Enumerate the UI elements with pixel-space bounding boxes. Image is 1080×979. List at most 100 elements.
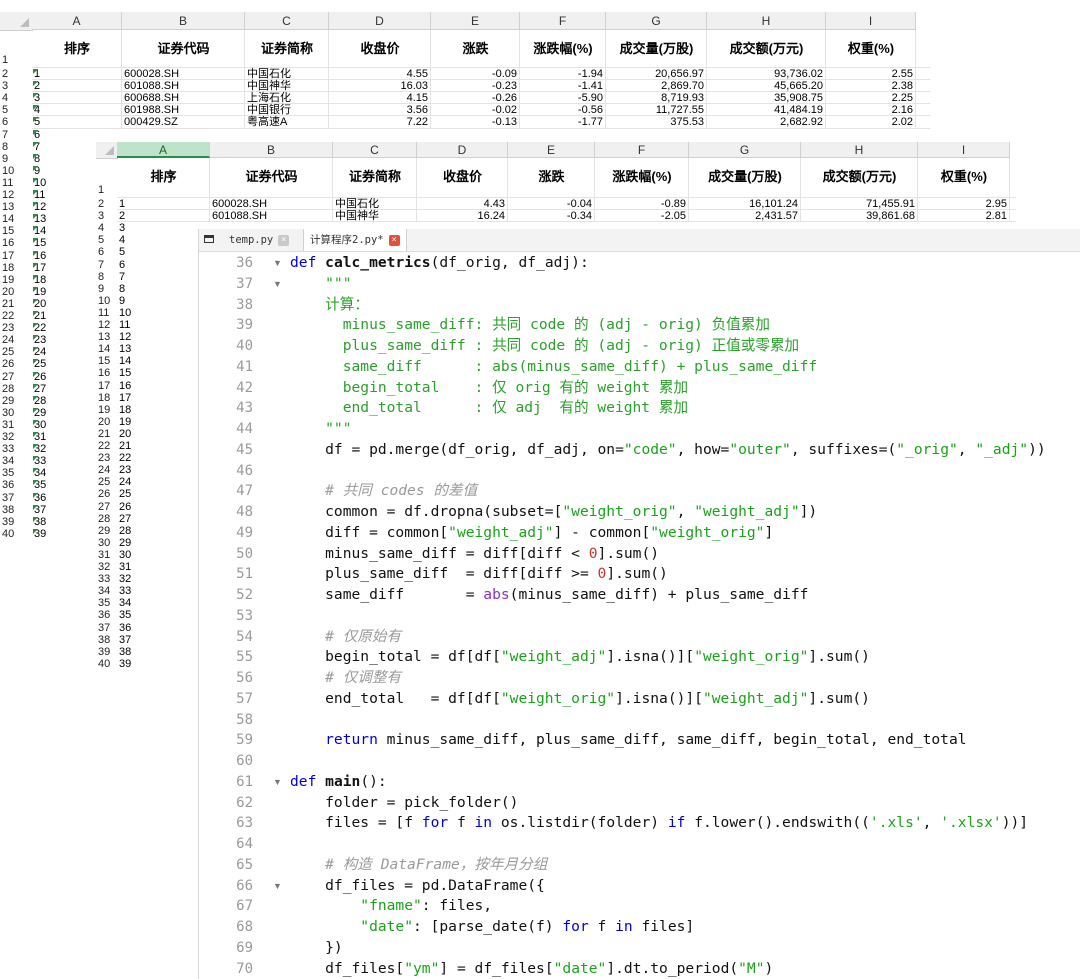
- table-cell[interactable]: 粤高速A: [245, 116, 329, 128]
- table-cell[interactable]: 2,431.57: [689, 210, 801, 222]
- table-cell[interactable]: 2.95: [918, 198, 1010, 210]
- table-cell[interactable]: 4.15: [329, 92, 431, 104]
- code-line[interactable]: }): [290, 938, 343, 959]
- table-cell[interactable]: -1.41: [520, 80, 606, 92]
- table-cell[interactable]: 93,736.02: [707, 68, 826, 80]
- column-header-a[interactable]: A: [32, 12, 122, 30]
- row-header[interactable]: 37: [96, 622, 117, 634]
- code-line[interactable]: end_total = df[df["weight_orig"].isna()]…: [290, 689, 870, 710]
- code-line[interactable]: df = pd.merge(df_orig, df_adj, on="code"…: [290, 440, 1046, 461]
- table-cell[interactable]: -5.90: [520, 92, 606, 104]
- row-header[interactable]: 4: [96, 222, 117, 234]
- table-cell[interactable]: 16.03: [329, 80, 431, 92]
- row-header[interactable]: 17: [0, 250, 32, 262]
- row-header[interactable]: 24: [96, 464, 117, 476]
- table-cell[interactable]: -0.23: [431, 80, 520, 92]
- table-cell[interactable]: 600028.SH: [122, 68, 245, 80]
- rank-cell[interactable]: 6: [117, 259, 125, 271]
- code-line[interactable]: plus_same_diff = diff[diff >= 0].sum(): [290, 564, 668, 585]
- column-header-i[interactable]: I: [918, 142, 1010, 158]
- row-header[interactable]: 39: [96, 646, 117, 658]
- row-header[interactable]: 9: [96, 283, 117, 295]
- row-header[interactable]: 25: [0, 346, 32, 358]
- row-header[interactable]: 14: [0, 213, 32, 225]
- row-header[interactable]: 29: [0, 395, 32, 407]
- rank-cell[interactable]: 28: [117, 525, 131, 537]
- column-header-c[interactable]: C: [245, 12, 329, 30]
- row-header[interactable]: 1: [96, 184, 117, 196]
- column-header-g[interactable]: G: [606, 12, 707, 30]
- fold-arrow-icon[interactable]: ▼: [273, 253, 282, 274]
- column-header-d[interactable]: D: [329, 12, 431, 30]
- table-cell[interactable]: 3.56: [329, 104, 431, 116]
- row-header[interactable]: 20: [96, 416, 117, 428]
- row-header[interactable]: 31: [0, 419, 32, 431]
- code-line[interactable]: # 仅原始有: [290, 627, 401, 648]
- rank-cell[interactable]: 36: [117, 622, 131, 634]
- row-header[interactable]: 14: [96, 343, 117, 355]
- code-line[interactable]: """: [290, 419, 351, 440]
- table-cell[interactable]: 45,665.20: [707, 80, 826, 92]
- table-cell[interactable]: -0.09: [431, 68, 520, 80]
- column-header-i[interactable]: I: [826, 12, 916, 30]
- table-cell[interactable]: 35,908.75: [707, 92, 826, 104]
- table-cell[interactable]: 71,455.91: [801, 198, 918, 210]
- fold-arrow-icon[interactable]: ▼: [273, 772, 282, 793]
- row-header[interactable]: 17: [96, 380, 117, 392]
- row-header[interactable]: 20: [0, 286, 32, 298]
- table-cell[interactable]: -0.13: [431, 116, 520, 128]
- code-line[interactable]: begin_total : 仅 orig 有的 weight 累加: [290, 378, 688, 399]
- table-cell[interactable]: 中国银行: [245, 104, 329, 116]
- rank-cell[interactable]: 37: [117, 634, 131, 646]
- rank-cell[interactable]: 15: [117, 367, 131, 379]
- close-icon[interactable]: ×: [278, 234, 290, 246]
- rank-cell[interactable]: 31: [117, 561, 131, 573]
- code-line[interactable]: minus_same_diff = diff[diff < 0].sum(): [290, 544, 659, 565]
- rank-cell[interactable]: 34: [117, 597, 131, 609]
- table-cell[interactable]: 中国石化: [333, 198, 417, 210]
- row-header[interactable]: 18: [96, 392, 117, 404]
- row-header[interactable]: 7: [96, 259, 117, 271]
- row-header[interactable]: 40: [96, 658, 117, 670]
- row-header[interactable]: 26: [0, 358, 32, 370]
- row-header[interactable]: 13: [96, 331, 117, 343]
- row-header[interactable]: 9: [0, 153, 32, 165]
- column-header-a[interactable]: A: [117, 142, 210, 158]
- rank-cell[interactable]: 4: [117, 234, 125, 246]
- table-cell[interactable]: 11,727.55: [606, 104, 707, 116]
- rank-cell[interactable]: 38: [117, 646, 131, 658]
- row-header[interactable]: 30: [0, 407, 32, 419]
- table-cell[interactable]: 2.25: [826, 92, 916, 104]
- code-line[interactable]: same_diff = abs(minus_same_diff) + plus_…: [290, 585, 808, 606]
- row-header[interactable]: 35: [0, 467, 32, 479]
- table-cell[interactable]: 601988.SH: [122, 104, 245, 116]
- code-line[interactable]: same_diff : abs(minus_same_diff) + plus_…: [290, 357, 817, 378]
- table-cell[interactable]: 2.02: [826, 116, 916, 128]
- row-header[interactable]: 8: [96, 271, 117, 283]
- table-cell[interactable]: 16,101.24: [689, 198, 801, 210]
- table-cell[interactable]: 601088.SH: [210, 210, 333, 222]
- rank-cell[interactable]: 11: [117, 319, 130, 331]
- row-header[interactable]: 13: [0, 201, 32, 213]
- row-header[interactable]: 37: [0, 492, 32, 504]
- column-header-d[interactable]: D: [417, 142, 508, 158]
- table-cell[interactable]: 601088.SH: [122, 80, 245, 92]
- code-line[interactable]: # 构造 DataFrame，按年月分组: [290, 855, 547, 876]
- row-header[interactable]: 16: [0, 237, 32, 249]
- table-cell[interactable]: -0.26: [431, 92, 520, 104]
- column-header-b[interactable]: B: [210, 142, 333, 158]
- row-header[interactable]: 21: [0, 298, 32, 310]
- rank-cell[interactable]: 32: [117, 573, 131, 585]
- row-header[interactable]: 6: [96, 246, 117, 258]
- column-header-f[interactable]: F: [520, 12, 606, 30]
- row-header[interactable]: 27: [0, 371, 32, 383]
- row-header[interactable]: 5: [96, 234, 117, 246]
- row-header[interactable]: 30: [96, 537, 117, 549]
- rank-cell[interactable]: 20: [117, 428, 131, 440]
- fold-arrow-icon[interactable]: ▼: [273, 274, 282, 295]
- row-header[interactable]: 33: [0, 443, 32, 455]
- row-header[interactable]: 38: [0, 504, 32, 516]
- rank-cell[interactable]: 5: [117, 246, 125, 258]
- column-header-e[interactable]: E: [431, 12, 520, 30]
- row-header[interactable]: 27: [96, 501, 117, 513]
